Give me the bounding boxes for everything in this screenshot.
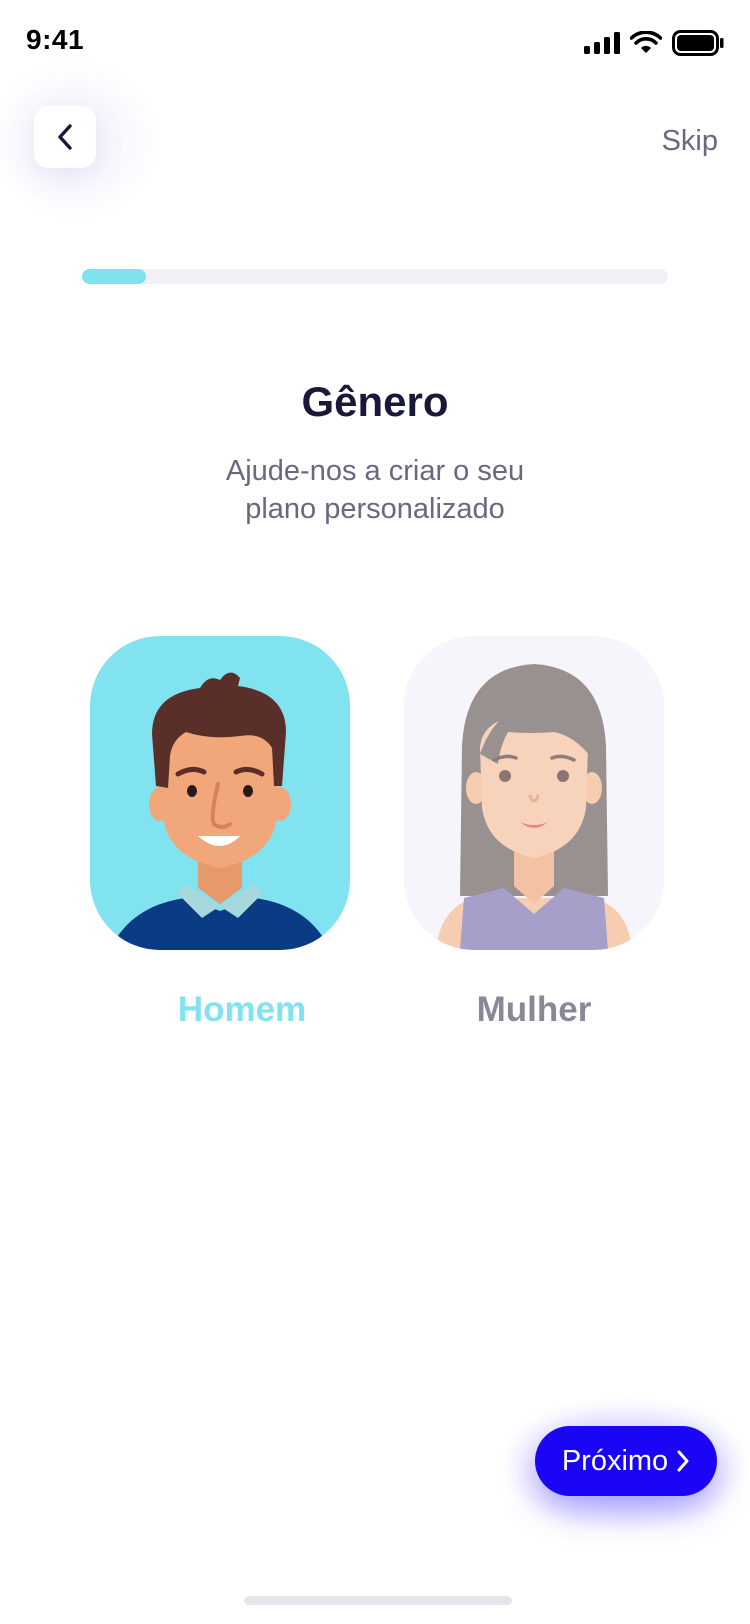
progress-bar <box>82 269 668 284</box>
page-title: Gênero <box>301 378 449 425</box>
next-button[interactable]: Próximo <box>535 1426 717 1496</box>
male-avatar-icon <box>110 672 330 950</box>
progress-fill <box>82 269 147 284</box>
home-indicator <box>244 1596 512 1605</box>
page-subtitle: Ajude-nos a criar o seu plano personaliz… <box>175 452 575 528</box>
chevron-left-icon <box>58 124 72 150</box>
gender-label-male[interactable]: Homem <box>112 990 372 1030</box>
gender-option-female[interactable] <box>404 636 664 950</box>
gender-option-male[interactable] <box>90 636 350 950</box>
subtitle-line-1: Ajude-nos a criar o seu <box>225 455 525 487</box>
battery-icon <box>672 30 724 56</box>
status-icons <box>584 30 724 56</box>
wifi-icon <box>630 31 662 53</box>
back-button[interactable] <box>34 106 96 168</box>
skip-link[interactable]: Skip <box>662 125 718 158</box>
gender-label-female[interactable]: Mulher <box>404 990 664 1030</box>
chevron-right-icon <box>677 1450 689 1472</box>
subtitle-line-2: plano personalizado <box>245 493 505 525</box>
next-button-label: Próximo <box>561 1444 669 1477</box>
signal-icon <box>584 32 620 54</box>
female-avatar-icon <box>436 664 632 950</box>
